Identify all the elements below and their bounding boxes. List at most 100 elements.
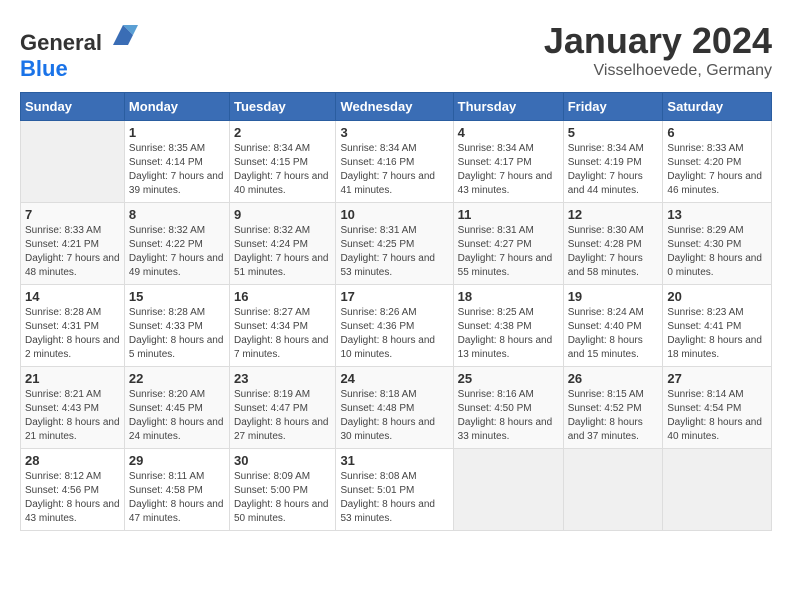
calendar-cell — [21, 121, 125, 203]
day-number: 20 — [667, 289, 767, 304]
day-number: 9 — [234, 207, 331, 222]
calendar-cell: 17 Sunrise: 8:26 AMSunset: 4:36 PMDayligh… — [336, 285, 453, 367]
calendar-cell: 6 Sunrise: 8:33 AMSunset: 4:20 PMDaylight… — [663, 121, 772, 203]
day-info: Sunrise: 8:23 AMSunset: 4:41 PMDaylight:… — [667, 306, 767, 362]
calendar-cell: 23 Sunrise: 8:19 AMSunset: 4:47 PMDayligh… — [229, 367, 335, 449]
day-info: Sunrise: 8:32 AMSunset: 4:24 PMDaylight:… — [234, 224, 331, 280]
day-info: Sunrise: 8:32 AMSunset: 4:22 PMDaylight:… — [129, 224, 225, 280]
day-info: Sunrise: 8:26 AMSunset: 4:36 PMDaylight:… — [340, 306, 448, 362]
day-info: Sunrise: 8:28 AMSunset: 4:33 PMDaylight:… — [129, 306, 225, 362]
day-number: 19 — [568, 289, 659, 304]
month-title: January 2024 — [544, 20, 772, 62]
day-info: Sunrise: 8:34 AMSunset: 4:17 PMDaylight:… — [458, 142, 559, 198]
calendar-cell: 2 Sunrise: 8:34 AMSunset: 4:15 PMDaylight… — [229, 121, 335, 203]
day-number: 2 — [234, 125, 331, 140]
calendar-cell: 30 Sunrise: 8:09 AMSunset: 5:00 PMDayligh… — [229, 449, 335, 531]
day-info: Sunrise: 8:33 AMSunset: 4:20 PMDaylight:… — [667, 142, 767, 198]
calendar-cell: 31 Sunrise: 8:08 AMSunset: 5:01 PMDayligh… — [336, 449, 453, 531]
calendar-cell: 15 Sunrise: 8:28 AMSunset: 4:33 PMDayligh… — [124, 285, 229, 367]
day-number: 12 — [568, 207, 659, 222]
day-info: Sunrise: 8:20 AMSunset: 4:45 PMDaylight:… — [129, 388, 225, 444]
logo-icon — [108, 20, 138, 50]
day-info: Sunrise: 8:08 AMSunset: 5:01 PMDaylight:… — [340, 470, 448, 526]
day-number: 16 — [234, 289, 331, 304]
calendar-table: SundayMondayTuesdayWednesdayThursdayFrid… — [20, 92, 772, 531]
calendar-cell — [563, 449, 663, 531]
calendar-cell: 16 Sunrise: 8:27 AMSunset: 4:34 PMDayligh… — [229, 285, 335, 367]
day-number: 1 — [129, 125, 225, 140]
calendar-cell: 8 Sunrise: 8:32 AMSunset: 4:22 PMDaylight… — [124, 203, 229, 285]
day-number: 15 — [129, 289, 225, 304]
calendar-cell: 26Sunrise: 8:15 AMSunset: 4:52 PMDayligh… — [563, 367, 663, 449]
day-number: 17 — [340, 289, 448, 304]
calendar-cell: 20 Sunrise: 8:23 AMSunset: 4:41 PMDayligh… — [663, 285, 772, 367]
calendar-cell: 28 Sunrise: 8:12 AMSunset: 4:56 PMDayligh… — [21, 449, 125, 531]
calendar-cell: 9 Sunrise: 8:32 AMSunset: 4:24 PMDaylight… — [229, 203, 335, 285]
calendar-cell: 22Sunrise: 8:20 AMSunset: 4:45 PMDayligh… — [124, 367, 229, 449]
day-info: Sunrise: 8:27 AMSunset: 4:34 PMDaylight:… — [234, 306, 331, 362]
day-number: 11 — [458, 207, 559, 222]
day-info: Sunrise: 8:19 AMSunset: 4:47 PMDaylight:… — [234, 388, 331, 444]
calendar-cell: 1 Sunrise: 8:35 AMSunset: 4:14 PMDaylight… — [124, 121, 229, 203]
day-number: 29 — [129, 453, 225, 468]
day-number: 30 — [234, 453, 331, 468]
day-number: 25 — [458, 371, 559, 386]
logo: General Blue — [20, 20, 138, 82]
day-info: Sunrise: 8:21 AMSunset: 4:43 PMDaylight:… — [25, 388, 120, 444]
calendar-cell: 21 Sunrise: 8:21 AMSunset: 4:43 PMDayligh… — [21, 367, 125, 449]
day-number: 10 — [340, 207, 448, 222]
header-friday: Friday — [563, 93, 663, 121]
calendar-cell: 12 Sunrise: 8:30 AMSunset: 4:28 PMDayligh… — [563, 203, 663, 285]
calendar-cell — [663, 449, 772, 531]
calendar-cell: 14 Sunrise: 8:28 AMSunset: 4:31 PMDayligh… — [21, 285, 125, 367]
week-row-4: 28 Sunrise: 8:12 AMSunset: 4:56 PMDayligh… — [21, 449, 772, 531]
day-info: Sunrise: 8:30 AMSunset: 4:28 PMDaylight:… — [568, 224, 659, 280]
day-number: 24 — [340, 371, 448, 386]
day-number: 26 — [568, 371, 659, 386]
calendar-cell: 10 Sunrise: 8:31 AMSunset: 4:25 PMDayligh… — [336, 203, 453, 285]
calendar-cell: 24Sunrise: 8:18 AMSunset: 4:48 PMDayligh… — [336, 367, 453, 449]
calendar-cell: 7 Sunrise: 8:33 AMSunset: 4:21 PMDaylight… — [21, 203, 125, 285]
day-info: Sunrise: 8:28 AMSunset: 4:31 PMDaylight:… — [25, 306, 120, 362]
day-info: Sunrise: 8:35 AMSunset: 4:14 PMDaylight:… — [129, 142, 225, 198]
calendar-cell: 25 Sunrise: 8:16 AMSunset: 4:50 PMDayligh… — [453, 367, 563, 449]
day-info: Sunrise: 8:34 AMSunset: 4:15 PMDaylight:… — [234, 142, 331, 198]
week-row-3: 21 Sunrise: 8:21 AMSunset: 4:43 PMDayligh… — [21, 367, 772, 449]
day-number: 7 — [25, 207, 120, 222]
day-info: Sunrise: 8:12 AMSunset: 4:56 PMDaylight:… — [25, 470, 120, 526]
calendar-cell: 11Sunrise: 8:31 AMSunset: 4:27 PMDayligh… — [453, 203, 563, 285]
day-number: 14 — [25, 289, 120, 304]
day-info: Sunrise: 8:25 AMSunset: 4:38 PMDaylight:… — [458, 306, 559, 362]
day-number: 31 — [340, 453, 448, 468]
location-title: Visselhoevede, Germany — [544, 62, 772, 80]
day-info: Sunrise: 8:31 AMSunset: 4:25 PMDaylight:… — [340, 224, 448, 280]
calendar-cell: 18Sunrise: 8:25 AMSunset: 4:38 PMDayligh… — [453, 285, 563, 367]
calendar-cell — [453, 449, 563, 531]
header-tuesday: Tuesday — [229, 93, 335, 121]
day-info: Sunrise: 8:34 AMSunset: 4:16 PMDaylight:… — [340, 142, 448, 198]
day-number: 4 — [458, 125, 559, 140]
day-info: Sunrise: 8:16 AMSunset: 4:50 PMDaylight:… — [458, 388, 559, 444]
day-number: 23 — [234, 371, 331, 386]
calendar-cell: 4 Sunrise: 8:34 AMSunset: 4:17 PMDaylight… — [453, 121, 563, 203]
day-info: Sunrise: 8:09 AMSunset: 5:00 PMDaylight:… — [234, 470, 331, 526]
day-number: 3 — [340, 125, 448, 140]
calendar-header-row: SundayMondayTuesdayWednesdayThursdayFrid… — [21, 93, 772, 121]
day-number: 8 — [129, 207, 225, 222]
week-row-2: 14 Sunrise: 8:28 AMSunset: 4:31 PMDayligh… — [21, 285, 772, 367]
logo-blue: Blue — [20, 56, 68, 81]
calendar-cell: 13Sunrise: 8:29 AMSunset: 4:30 PMDayligh… — [663, 203, 772, 285]
day-number: 21 — [25, 371, 120, 386]
day-info: Sunrise: 8:33 AMSunset: 4:21 PMDaylight:… — [25, 224, 120, 280]
day-number: 6 — [667, 125, 767, 140]
week-row-1: 7 Sunrise: 8:33 AMSunset: 4:21 PMDaylight… — [21, 203, 772, 285]
header-thursday: Thursday — [453, 93, 563, 121]
header-monday: Monday — [124, 93, 229, 121]
day-info: Sunrise: 8:24 AMSunset: 4:40 PMDaylight:… — [568, 306, 659, 362]
day-info: Sunrise: 8:34 AMSunset: 4:19 PMDaylight:… — [568, 142, 659, 198]
day-info: Sunrise: 8:11 AMSunset: 4:58 PMDaylight:… — [129, 470, 225, 526]
calendar-cell: 29 Sunrise: 8:11 AMSunset: 4:58 PMDayligh… — [124, 449, 229, 531]
day-info: Sunrise: 8:29 AMSunset: 4:30 PMDaylight:… — [667, 224, 767, 280]
page-header: General Blue January 2024 Visselhoevede,… — [20, 20, 772, 82]
day-number: 28 — [25, 453, 120, 468]
